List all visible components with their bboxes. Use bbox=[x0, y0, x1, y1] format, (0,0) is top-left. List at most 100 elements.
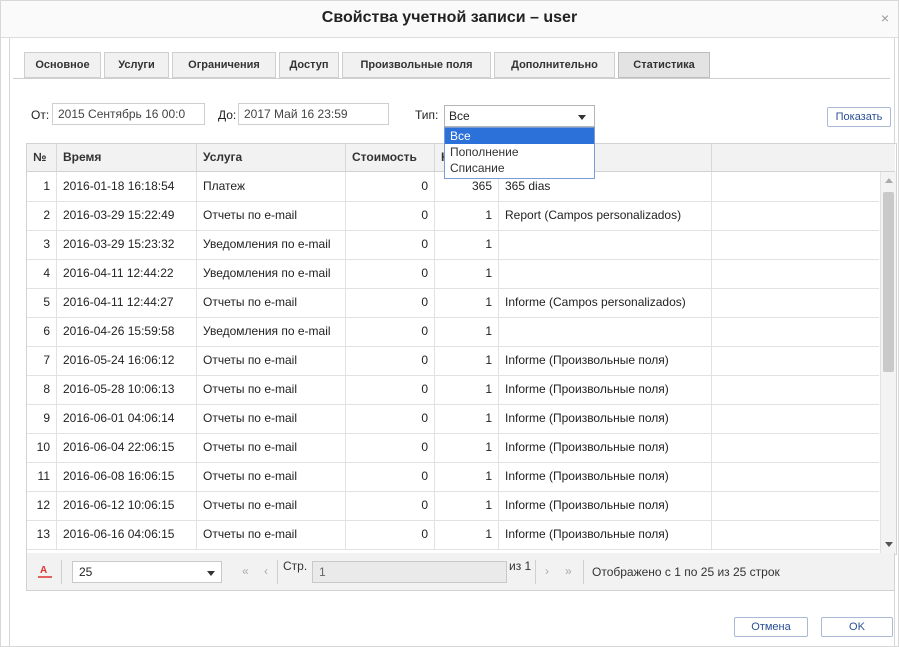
tab-custom-fields[interactable]: Произвольные поля bbox=[342, 52, 491, 78]
first-page-icon[interactable]: « bbox=[242, 564, 249, 578]
cell-quantity: 1 bbox=[435, 404, 499, 433]
cell-time: 2016-06-04 22:06:15 bbox=[57, 433, 197, 462]
svg-text:A: A bbox=[40, 565, 47, 576]
pager-bar: A 25 « ‹ Стр. 1 из 1 › » Отображено с 1 … bbox=[26, 553, 895, 591]
col-service[interactable]: Услуга bbox=[197, 144, 346, 171]
table-row[interactable]: 5 2016-04-11 12:44:27 Отчеты по e-mail 0 1 In… bbox=[27, 288, 879, 318]
cell-number: 8 bbox=[27, 375, 57, 404]
cell-number: 2 bbox=[27, 201, 57, 230]
type-select[interactable]: Все bbox=[444, 105, 595, 127]
close-icon[interactable] bbox=[878, 11, 892, 25]
cell-service: Платеж bbox=[197, 172, 346, 201]
tab-main[interactable]: Основное bbox=[24, 52, 101, 78]
cell-service: Отчеты по e-mail bbox=[197, 404, 346, 433]
cell-service: Отчеты по e-mail bbox=[197, 346, 346, 375]
cell-description: Informe (Произвольные поля) bbox=[499, 491, 712, 520]
tab-additional[interactable]: Дополнительно bbox=[494, 52, 615, 78]
cell-time: 2016-04-11 12:44:22 bbox=[57, 259, 197, 288]
type-label: Тип: bbox=[415, 108, 439, 122]
table-row[interactable]: 3 2016-03-29 15:23:32 Уведомления по e-mai… bbox=[27, 230, 879, 260]
cell-quantity: 1 bbox=[435, 230, 499, 259]
table-row[interactable]: 13 2016-06-16 04:06:15 Отчеты по e-mail 0 1 I… bbox=[27, 520, 879, 550]
page-number-field[interactable]: 1 bbox=[312, 561, 507, 583]
cell-quantity: 1 bbox=[435, 317, 499, 346]
prev-page-icon[interactable]: ‹ bbox=[264, 564, 268, 578]
cell-number: 7 bbox=[27, 346, 57, 375]
cell-cost: 0 bbox=[346, 375, 435, 404]
cell-time: 2016-03-29 15:22:49 bbox=[57, 201, 197, 230]
tab-limits[interactable]: Ограничения bbox=[172, 52, 276, 78]
cell-number: 1 bbox=[27, 172, 57, 201]
cell-time: 2016-05-24 16:06:12 bbox=[57, 346, 197, 375]
from-label: От: bbox=[31, 108, 50, 122]
title-bar: Свойства учетной записи – user bbox=[1, 1, 898, 38]
page-size-select[interactable]: 25 bbox=[72, 561, 222, 583]
table-row[interactable]: 9 2016-06-01 04:06:14 Отчеты по e-mail 0 1 In… bbox=[27, 404, 879, 434]
cell-time: 2016-06-12 10:06:15 bbox=[57, 491, 197, 520]
col-number[interactable]: № bbox=[27, 144, 57, 171]
cell-cost: 0 bbox=[346, 201, 435, 230]
pager-separator bbox=[61, 560, 62, 584]
cell-service: Отчеты по e-mail bbox=[197, 433, 346, 462]
cell-cost: 0 bbox=[346, 230, 435, 259]
ok-button[interactable]: OK bbox=[821, 617, 893, 637]
cell-time: 2016-01-18 16:18:54 bbox=[57, 172, 197, 201]
type-select-value: Все bbox=[449, 109, 470, 123]
cell-number: 11 bbox=[27, 462, 57, 491]
cell-service: Отчеты по e-mail bbox=[197, 462, 346, 491]
cell-service: Отчеты по e-mail bbox=[197, 201, 346, 230]
scroll-up-icon[interactable] bbox=[885, 178, 893, 183]
table-row[interactable]: 11 2016-06-08 16:06:15 Отчеты по e-mail 0 1 I… bbox=[27, 462, 879, 492]
cell-number: 12 bbox=[27, 491, 57, 520]
tab-services[interactable]: Услуги bbox=[104, 52, 169, 78]
table-row[interactable]: 10 2016-06-04 22:06:15 Отчеты по e-mail 0 1 I… bbox=[27, 433, 879, 463]
page-size-value: 25 bbox=[79, 565, 93, 579]
type-option-all[interactable]: Все bbox=[445, 128, 594, 144]
cell-cost: 0 bbox=[346, 404, 435, 433]
cell-cost: 0 bbox=[346, 462, 435, 491]
col-time[interactable]: Время bbox=[57, 144, 197, 171]
to-date-field[interactable]: 2017 Май 16 23:59 bbox=[238, 103, 389, 125]
page-count-label: из 1 bbox=[509, 559, 532, 573]
cell-service: Уведомления по e-mail bbox=[197, 230, 346, 259]
cell-description: Informe (Произвольные поля) bbox=[499, 433, 712, 462]
from-date-field[interactable]: 2015 Сентябрь 16 00:0 bbox=[52, 103, 205, 125]
show-button[interactable]: Показать bbox=[827, 107, 891, 127]
cell-number: 4 bbox=[27, 259, 57, 288]
cell-description: Report (Campos personalizados) bbox=[499, 201, 712, 230]
cell-description bbox=[499, 259, 712, 288]
scroll-down-icon[interactable] bbox=[885, 542, 893, 547]
cell-number: 13 bbox=[27, 520, 57, 549]
pager-separator bbox=[583, 560, 584, 584]
table-row[interactable]: 4 2016-04-11 12:44:22 Уведомления по e-mai… bbox=[27, 259, 879, 289]
cell-quantity: 1 bbox=[435, 259, 499, 288]
next-page-icon[interactable]: › bbox=[545, 564, 549, 578]
type-option-topup[interactable]: Пополнение bbox=[445, 144, 594, 160]
vertical-scrollbar[interactable] bbox=[880, 172, 896, 553]
page-label: Стр. bbox=[283, 559, 308, 573]
table-row[interactable]: 6 2016-04-26 15:59:58 Уведомления по e-mai… bbox=[27, 317, 879, 347]
cell-quantity: 1 bbox=[435, 375, 499, 404]
table-row[interactable]: 2 2016-03-29 15:22:49 Отчеты по e-mail 0 1 Re… bbox=[27, 201, 879, 231]
statistics-table: № Время Услуга Стоимость К 12016-01-18 1… bbox=[26, 143, 897, 555]
reset-filter-icon[interactable]: A bbox=[37, 563, 53, 581]
type-dropdown: Все Пополнение Списание bbox=[444, 127, 595, 179]
cell-service: Отчеты по e-mail bbox=[197, 520, 346, 549]
cell-service: Уведомления по e-mail bbox=[197, 317, 346, 346]
tab-statistics[interactable]: Статистика bbox=[618, 52, 710, 78]
table-row[interactable]: 7 2016-05-24 16:06:12 Отчеты по e-mail 0 1 In… bbox=[27, 346, 879, 376]
to-label: До: bbox=[218, 108, 237, 122]
table-row[interactable]: 8 2016-05-28 10:06:13 Отчеты по e-mail 0 1 In… bbox=[27, 375, 879, 405]
tab-access[interactable]: Доступ bbox=[279, 52, 339, 78]
scroll-thumb[interactable] bbox=[883, 192, 894, 372]
col-cost[interactable]: Стоимость bbox=[346, 144, 435, 171]
cell-number: 10 bbox=[27, 433, 57, 462]
cancel-button[interactable]: Отмена bbox=[734, 617, 808, 637]
last-page-icon[interactable]: » bbox=[565, 564, 572, 578]
cell-number: 5 bbox=[27, 288, 57, 317]
cell-time: 2016-06-16 04:06:15 bbox=[57, 520, 197, 549]
table-row[interactable]: 12 2016-06-12 10:06:15 Отчеты по e-mail 0 1 I… bbox=[27, 491, 879, 521]
cell-service: Уведомления по e-mail bbox=[197, 259, 346, 288]
cell-description bbox=[499, 230, 712, 259]
type-option-debit[interactable]: Списание bbox=[445, 160, 594, 176]
